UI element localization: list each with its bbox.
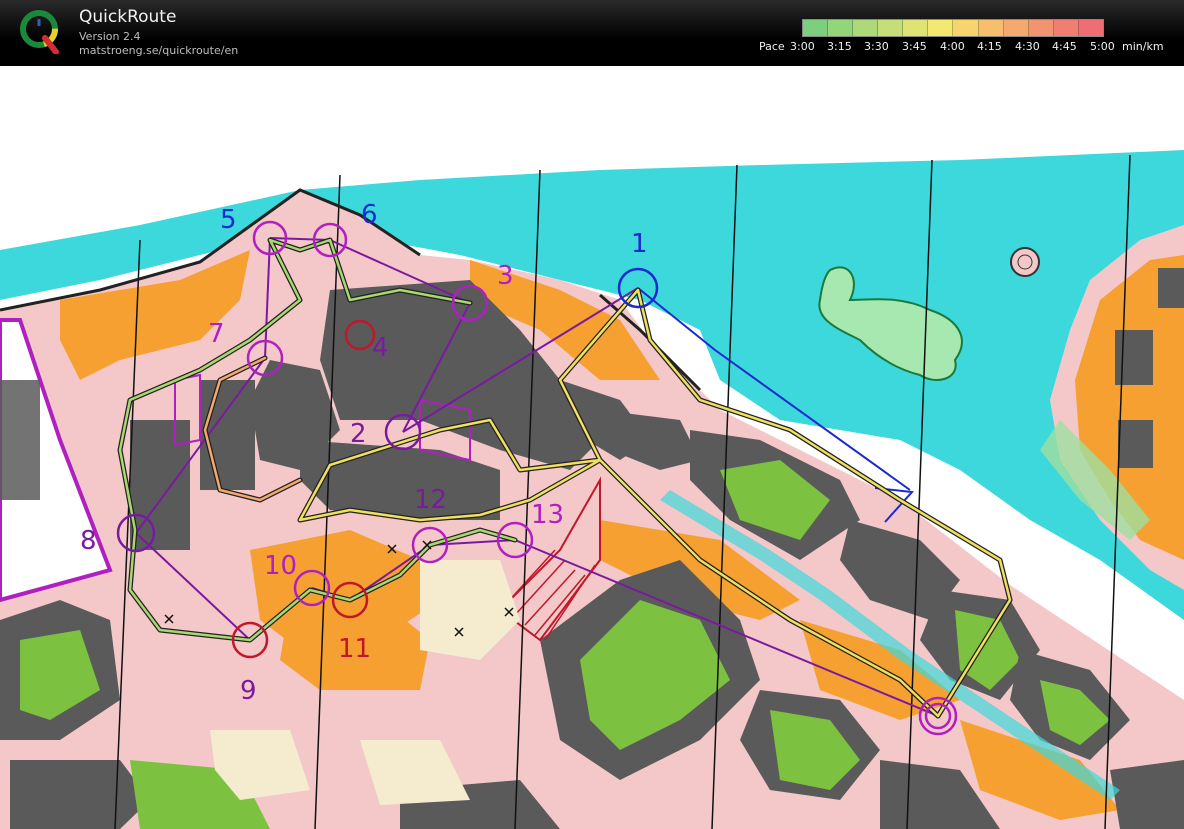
map-canvas[interactable]: 1 2 3 4 5 6 7 8 9 10 11 12 13: [0, 66, 1184, 829]
control-number-10: 10: [264, 551, 297, 581]
pace-tick-label: 3:30: [864, 40, 889, 53]
control-number-12: 12: [414, 485, 447, 515]
app-title: QuickRoute: [79, 7, 177, 27]
pace-unit-label: min/km: [1122, 40, 1164, 53]
pace-tick-label: 4:15: [977, 40, 1002, 53]
control-number-13: 13: [531, 500, 564, 530]
control-number-7: 7: [208, 319, 225, 349]
control-number-4: 4: [372, 333, 389, 363]
control-number-2: 2: [350, 419, 367, 449]
pace-tick-label: 4:00: [940, 40, 965, 53]
pace-scale-cell: [978, 20, 1004, 36]
pace-tick-label: 4:45: [1052, 40, 1077, 53]
pace-tick-label: 3:00: [790, 40, 815, 53]
app-header: QuickRoute Version 2.4 matstroeng.se/qui…: [0, 0, 1184, 66]
pace-scale-cell: [803, 20, 829, 36]
pace-tick-label: 3:45: [902, 40, 927, 53]
control-number-6: 6: [361, 200, 378, 230]
pace-scale-cell: [878, 20, 904, 36]
pace-scale-cell: [928, 20, 954, 36]
pace-color-scale: [802, 19, 1104, 37]
pace-scale-cell: [1003, 20, 1029, 36]
pace-scale-cell: [853, 20, 879, 36]
pace-scale-cell: [1078, 20, 1103, 36]
control-number-1: 1: [631, 229, 648, 259]
pace-scale-cell: [1028, 20, 1054, 36]
quickroute-logo-icon: [20, 10, 59, 54]
app-version: Version 2.4: [79, 30, 141, 43]
app-url-link[interactable]: matstroeng.se/quickroute/en: [79, 44, 238, 57]
pace-scale-cell: [1053, 20, 1079, 36]
pace-tick-label: 4:30: [1015, 40, 1040, 53]
control-number-11: 11: [338, 634, 371, 664]
orienteering-map: 1 2 3 4 5 6 7 8 9 10 11 12 13: [0, 66, 1184, 829]
control-number-3: 3: [497, 261, 514, 291]
control-number-9: 9: [240, 676, 257, 706]
pace-label: Pace: [759, 40, 785, 53]
pace-scale-cell: [953, 20, 979, 36]
control-number-5: 5: [220, 205, 237, 235]
building: [1110, 760, 1184, 829]
pace-scale-cell: [903, 20, 929, 36]
pace-scale-cell: [828, 20, 854, 36]
pace-tick-label: 5:00: [1090, 40, 1115, 53]
pace-scale-labels: Pace 3:00 3:15 3:30 3:45 4:00 4:15 4:30 …: [759, 40, 1179, 54]
control-number-8: 8: [80, 526, 97, 556]
pace-tick-label: 3:15: [827, 40, 852, 53]
